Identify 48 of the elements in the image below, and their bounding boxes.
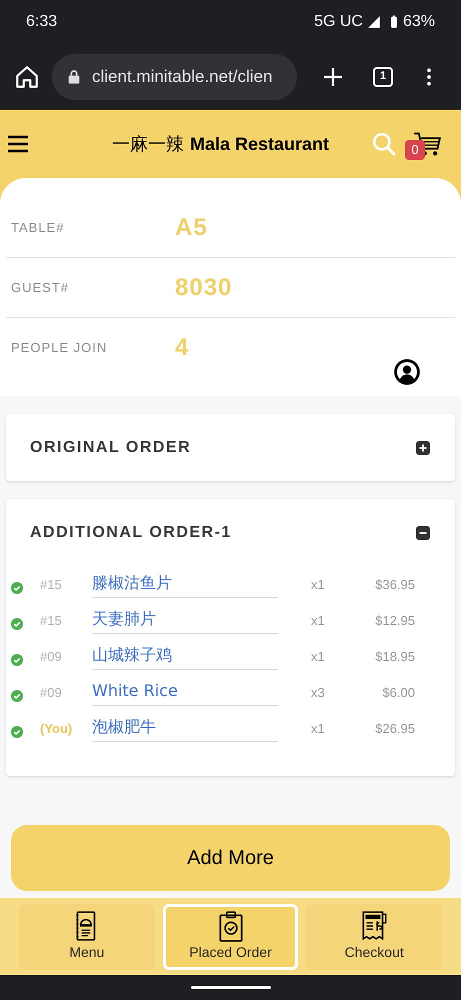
signal-icon: [366, 15, 381, 29]
network-label: 5G UC: [314, 12, 363, 32]
dish-name: 山城辣子鸡: [92, 644, 172, 666]
url-text: client.minitable.net/clien: [92, 66, 272, 88]
quantity: x1: [311, 648, 326, 666]
cart-badge: 0: [405, 140, 425, 160]
nav-tab[interactable]: Menu: [19, 904, 155, 970]
battery-percent: 63%: [402, 12, 435, 32]
guest-tag: #15: [23, 575, 91, 594]
expand-icon[interactable]: [415, 440, 431, 456]
section-title: ADDITIONAL ORDER-1: [30, 522, 233, 542]
section-title: ORIGINAL ORDER: [30, 438, 192, 458]
guest-tag: #09: [23, 683, 91, 702]
user-avatar-icon[interactable]: [393, 358, 421, 386]
dish-name: 滕椒沽鱼片: [92, 572, 172, 594]
clock-time: 6:33: [26, 12, 58, 32]
price: $18.95: [374, 648, 415, 666]
nav-tab[interactable]: Placed Order: [162, 904, 298, 970]
dish-name: White Rice: [92, 680, 178, 702]
info-value: 4: [175, 333, 190, 363]
quantity: x1: [311, 612, 326, 630]
guest-tag: (You): [23, 719, 91, 738]
address-bar[interactable]: client.minitable.net/clien: [52, 54, 297, 100]
guest-tag: #09: [23, 647, 91, 666]
price: $12.95: [374, 612, 415, 630]
info-value: 8030: [175, 272, 232, 302]
guest-tag: #15: [23, 611, 91, 630]
dish-name: 泡椒肥牛: [92, 716, 156, 738]
info-label: GUEST#: [11, 278, 70, 297]
quantity: x1: [311, 720, 326, 738]
info-value: A5: [175, 212, 208, 242]
restaurant-name-chinese: 一麻一辣: [112, 132, 184, 156]
price: $6.00: [381, 684, 415, 702]
price: $36.95: [374, 576, 415, 594]
quantity: x1: [311, 576, 326, 594]
tab-count[interactable]: 1: [373, 66, 393, 86]
info-label: TABLE#: [11, 218, 66, 237]
nav-tab[interactable]: Checkout: [306, 904, 442, 970]
lock-icon: [66, 68, 82, 84]
restaurant-name: Mala Restaurant: [190, 132, 330, 156]
dish-name: 天妻肺片: [92, 608, 156, 630]
info-label: PEOPLE JOIN: [11, 339, 108, 358]
collapse-icon[interactable]: [415, 524, 431, 540]
quantity: x3: [311, 684, 326, 702]
add-more-button[interactable]: Add More: [11, 825, 450, 891]
home-icon[interactable]: [14, 64, 40, 90]
price: $26.95: [374, 720, 415, 738]
cart-icon[interactable]: [413, 130, 441, 158]
